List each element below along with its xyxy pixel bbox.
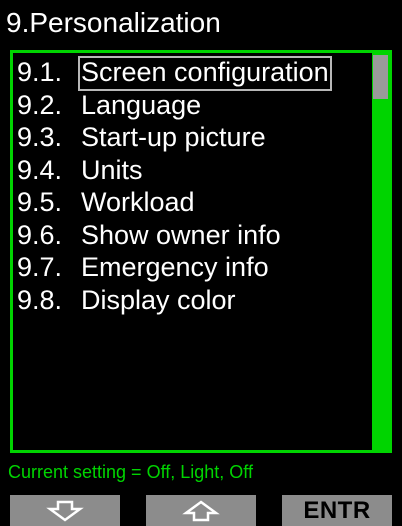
menu-item-label: Units [81,154,143,185]
menu-item-start-up-picture[interactable]: 9.3. Start-up picture [17,121,379,154]
menu-item-number: 9.4. [17,154,63,185]
menu-item-workload[interactable]: 9.5. Workload [17,186,379,219]
scrollbar[interactable] [372,53,389,450]
menu-item-number: 9.3. [17,122,63,152]
up-softkey-button[interactable] [146,495,256,526]
menu-item-number: 9.8. [17,284,63,315]
menu-panel: 9.1. Screen configuration 9.2. Language 9.… [10,50,392,453]
menu-item-show-owner-info[interactable]: 9.6. Show owner info [17,219,379,252]
down-softkey-button[interactable] [10,495,120,526]
menu-item-number: 9.1. [17,57,63,87]
softkey-bar: ENTR [0,495,402,526]
menu-item-number: 9.5. [17,187,63,217]
menu-item-language[interactable]: 9.2. Language [17,89,379,122]
menu-item-label: Screen configuration [78,56,332,91]
menu-item-display-color[interactable]: 9.8. Display color [17,284,379,317]
menu-item-number: 9.2. [17,89,63,120]
scrollbar-thumb[interactable] [373,55,388,99]
enter-softkey-label: ENTR [303,496,371,524]
menu-item-emergency-info[interactable]: 9.7. Emergency info [17,251,379,284]
menu-item-label: Language [81,89,202,120]
page-title: 9.Personalization [6,7,221,38]
menu-item-label: Show owner info [81,219,281,250]
menu-list: 9.1. Screen configuration 9.2. Language 9.… [17,56,379,316]
menu-item-label: Workload [81,187,195,217]
up-arrow-icon [182,499,220,521]
down-arrow-icon [46,500,84,522]
menu-item-screen-configuration[interactable]: 9.1. Screen configuration [17,56,379,91]
menu-item-label: Start-up picture [81,122,266,152]
menu-item-number: 9.7. [17,252,63,282]
current-setting-status: Current setting = Off, Light, Off [8,462,253,482]
menu-item-label: Display color [81,284,236,315]
menu-item-number: 9.6. [17,219,63,250]
enter-softkey-button[interactable]: ENTR [282,495,392,526]
menu-item-label: Emergency info [81,252,269,282]
menu-item-units[interactable]: 9.4. Units [17,154,379,187]
